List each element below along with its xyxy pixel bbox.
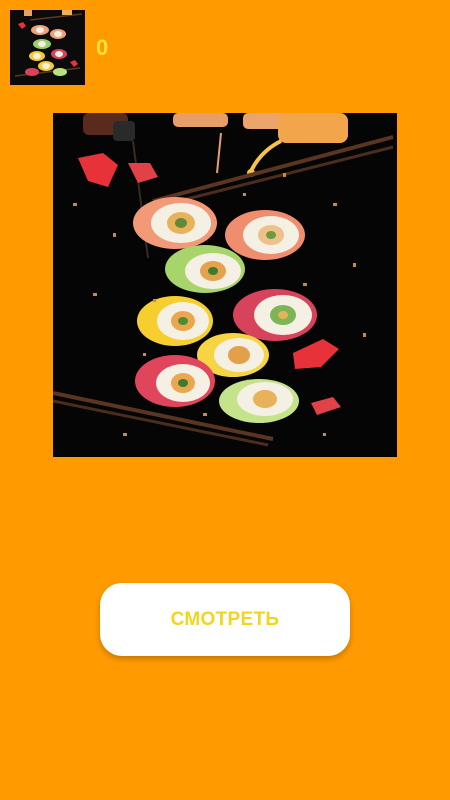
watch-button-label: СМОТРЕТЬ bbox=[170, 608, 280, 630]
watch-button[interactable]: СМОТРЕТЬ bbox=[100, 583, 350, 656]
sushi-thumbnail-image bbox=[10, 10, 85, 85]
score-counter: 0 bbox=[96, 35, 109, 60]
sushi-main-image bbox=[53, 113, 397, 457]
